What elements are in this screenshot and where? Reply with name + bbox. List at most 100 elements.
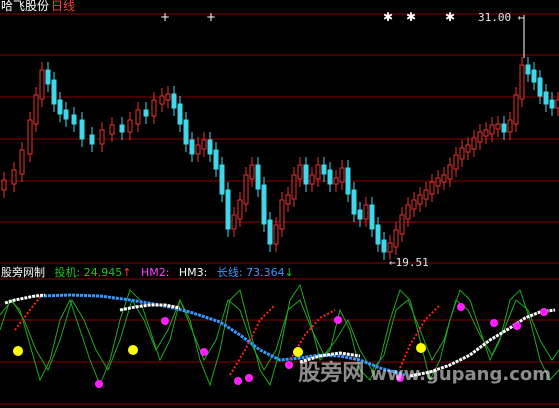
candle-body bbox=[507, 119, 513, 133]
yellow-dot bbox=[128, 345, 138, 355]
candle-body bbox=[63, 109, 69, 120]
candle-body bbox=[1, 179, 7, 191]
marker-icon: + bbox=[206, 10, 216, 24]
candle-body bbox=[45, 69, 51, 85]
candle-body bbox=[171, 93, 177, 109]
candle-body bbox=[489, 124, 495, 135]
candle-body bbox=[195, 144, 201, 155]
candlesticks bbox=[1, 15, 559, 260]
candle-body bbox=[513, 94, 519, 125]
stock-name: 哈飞股份 bbox=[1, 0, 50, 13]
candle-body bbox=[519, 64, 525, 100]
candle-body bbox=[369, 204, 375, 230]
red-line-1 bbox=[14, 296, 41, 331]
yellow-dot bbox=[13, 346, 23, 356]
candle-body bbox=[11, 169, 17, 185]
candle-body bbox=[291, 174, 297, 200]
magenta-dot bbox=[540, 308, 548, 316]
candle-body bbox=[99, 129, 105, 145]
candle-body bbox=[71, 114, 77, 125]
candle-body bbox=[435, 177, 441, 187]
chart-title: 哈飞股份 日线 bbox=[1, 0, 75, 13]
candle-body bbox=[177, 103, 183, 125]
marker-icon: ✱ bbox=[383, 10, 393, 24]
candle-body bbox=[549, 99, 555, 109]
candle-body bbox=[333, 177, 339, 185]
candle-body bbox=[255, 164, 261, 190]
magenta-dot bbox=[161, 317, 169, 325]
indicator-item-hm3: HM3: bbox=[178, 266, 208, 279]
candle-body bbox=[79, 119, 85, 140]
watermark: 股旁网 www.gupang.com bbox=[298, 361, 551, 386]
candle-body bbox=[537, 77, 543, 97]
marker-icon: ✱ bbox=[406, 10, 416, 24]
magenta-dot bbox=[490, 319, 498, 327]
white-line-2 bbox=[119, 303, 181, 312]
top-markers: + + ✱ ✱ ✱ bbox=[160, 10, 455, 24]
low-price-label: ←19.51 bbox=[389, 256, 429, 269]
candle-body bbox=[151, 99, 157, 117]
candle-body bbox=[525, 64, 531, 75]
candle-body bbox=[501, 123, 507, 133]
candle-body bbox=[219, 164, 225, 195]
candle-body bbox=[405, 204, 411, 220]
candle-body bbox=[119, 124, 125, 133]
candle-body bbox=[411, 199, 417, 210]
magenta-dot bbox=[285, 361, 293, 369]
candle-body bbox=[225, 189, 231, 230]
candle-body bbox=[273, 224, 279, 245]
candle-body bbox=[465, 144, 471, 153]
period-label: 日线 bbox=[51, 0, 76, 13]
candle-body bbox=[363, 204, 369, 220]
indicator-item-hm2: HM2: bbox=[140, 266, 170, 279]
candle-body bbox=[231, 214, 237, 230]
candle-body bbox=[357, 209, 363, 220]
candle-body bbox=[495, 123, 501, 130]
candle-body bbox=[309, 174, 315, 185]
marker-icon: + bbox=[160, 10, 170, 24]
candle-body bbox=[327, 169, 333, 185]
candle-body bbox=[159, 95, 165, 105]
candle-body bbox=[89, 134, 95, 145]
candle-body bbox=[135, 109, 141, 125]
candle-body bbox=[543, 91, 549, 105]
candle-body bbox=[453, 154, 459, 170]
candle-body bbox=[189, 139, 195, 155]
magenta-dot bbox=[95, 380, 103, 388]
candle-body bbox=[429, 181, 435, 195]
candle-body bbox=[237, 199, 243, 220]
high-price-label: 31.00 ← bbox=[478, 11, 525, 24]
candle-body bbox=[441, 174, 447, 183]
candle-body bbox=[51, 79, 57, 105]
candle-body bbox=[279, 199, 285, 230]
magenta-dot bbox=[513, 322, 521, 330]
candle-body bbox=[483, 129, 489, 137]
candle-body bbox=[33, 94, 39, 125]
candle-body bbox=[303, 164, 309, 185]
candle-body bbox=[459, 147, 465, 160]
candle-body bbox=[165, 93, 171, 101]
candle-body bbox=[297, 164, 303, 180]
candle-body bbox=[375, 224, 381, 245]
marker-icon: ✱ bbox=[445, 10, 455, 24]
candle-body bbox=[345, 167, 351, 195]
candle-body bbox=[339, 167, 345, 183]
candle-body bbox=[57, 99, 63, 115]
indicator-item-cx: 长线: 73.364↓ bbox=[216, 266, 294, 279]
candle-body bbox=[183, 119, 189, 145]
candle-body bbox=[477, 131, 483, 143]
candle-body bbox=[351, 189, 357, 215]
yellow-dot bbox=[416, 343, 426, 353]
magenta-dot bbox=[234, 377, 242, 385]
candle-body bbox=[243, 174, 249, 205]
candle-body bbox=[423, 189, 429, 200]
magenta-dot bbox=[457, 303, 465, 311]
chart-canvas[interactable]: + + ✱ ✱ ✱ bbox=[0, 0, 559, 408]
candle-body bbox=[399, 214, 405, 235]
candle-body bbox=[27, 119, 33, 155]
white-line-1 bbox=[4, 293, 46, 305]
candle-body bbox=[321, 164, 327, 175]
indicator-item-tj: 投机: 24.945↑ bbox=[54, 266, 132, 279]
candle-body bbox=[127, 119, 133, 133]
candle-body bbox=[207, 139, 213, 155]
